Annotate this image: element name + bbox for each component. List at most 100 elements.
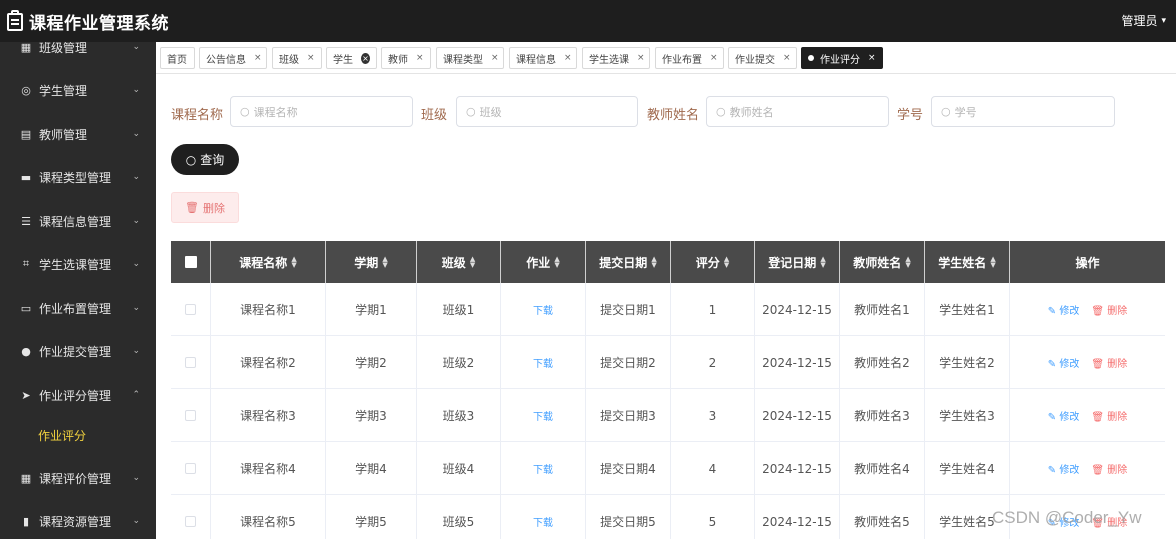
column-header[interactable]: 提交日期 ▲ ▼ (586, 241, 671, 283)
chevron-down-icon: ⌄ (132, 303, 140, 313)
sidebar-item-label: 课程评价管理 (39, 471, 112, 486)
column-header[interactable]: 评分 ▲ ▼ (671, 241, 755, 283)
tab-course-selection[interactable]: 学生选课 × (582, 47, 650, 69)
column-header[interactable]: 课程名称 ▲ ▼ (211, 241, 326, 283)
download-link[interactable]: 下载 (533, 355, 553, 370)
sidebar-item-teacher[interactable]: ▤ 教师管理 ⌄ (0, 114, 156, 154)
sidebar-item-assignment[interactable]: ▭ 作业布置管理 ⌄ (0, 288, 156, 328)
close-icon[interactable]: × (254, 53, 262, 63)
tab-label: 课程类型 (443, 54, 483, 66)
close-icon[interactable]: × (637, 53, 645, 63)
cell-score: 2 (671, 336, 755, 389)
row-checkbox[interactable] (171, 336, 211, 389)
tab-class[interactable]: 班级 × (272, 47, 322, 69)
chevron-down-icon: ⌄ (132, 516, 140, 526)
edit-button[interactable]: ✎ 修改 (1048, 461, 1080, 476)
search-icon: ○ (185, 152, 197, 167)
cell-course: 课程名称5 (211, 495, 326, 539)
close-icon[interactable]: × (868, 53, 876, 63)
close-icon[interactable]: × (564, 53, 572, 63)
target-icon: ◎ (21, 83, 31, 97)
tab-grading[interactable]: 作业评分 × (801, 47, 883, 69)
sidebar-item-grading[interactable]: ➤ 作业评分管理 ⌃ (0, 375, 156, 415)
delete-button[interactable]: 🗑 删除 (1091, 355, 1127, 370)
tab-notice[interactable]: 公告信息 × (199, 47, 267, 69)
row-checkbox[interactable] (171, 283, 211, 336)
tab-submission[interactable]: 作业提交 × (728, 47, 797, 69)
cell-submit-date: 提交日期1 (586, 283, 671, 336)
sidebar-item-label: 作业提交管理 (39, 344, 112, 359)
edit-button[interactable]: ✎ 修改 (1048, 355, 1080, 370)
cell-term: 学期2 (326, 336, 417, 389)
tab-home[interactable]: 首页 (160, 47, 195, 69)
table-row: 课程名称1 学期1 班级1 下载 提交日期1 1 2024-12-15 教师姓名… (171, 283, 1165, 336)
tab-teacher[interactable]: 教师 × (381, 47, 431, 69)
row-checkbox[interactable] (171, 389, 211, 442)
tab-course-info[interactable]: 课程信息 × (509, 47, 577, 69)
chevron-down-icon: ⌄ (132, 216, 140, 226)
sidebar-item-course-selection[interactable]: ⌗ 学生选课管理 ⌄ (0, 244, 156, 284)
tab-course-type[interactable]: 课程类型 × (436, 47, 504, 69)
search-icon: ○ (716, 105, 726, 118)
column-header[interactable]: 作业 ▲ ▼ (501, 241, 586, 283)
chevron-down-icon: ⌄ (132, 346, 140, 356)
download-link[interactable]: 下载 (533, 514, 553, 529)
teacher-name-input[interactable]: ○ 教师姓名 (706, 96, 889, 127)
sidebar-item-course-info[interactable]: ☰ 课程信息管理 ⌄ (0, 201, 156, 241)
student-id-input[interactable]: ○ 学号 (931, 96, 1115, 127)
sidebar-subitem-grading[interactable]: 作业评分 (0, 418, 156, 452)
query-button[interactable]: ○ 查询 (171, 144, 239, 175)
clipboard-logo-icon (5, 10, 25, 32)
batch-delete-button[interactable]: 🗑 删除 (171, 192, 239, 223)
row-checkbox[interactable] (171, 442, 211, 495)
student-id-placeholder: 学号 (954, 105, 977, 119)
column-header[interactable]: 教师姓名 ▲ ▼ (840, 241, 925, 283)
cell-teacher: 教师姓名4 (840, 442, 925, 495)
sort-icon: ▲ ▼ (990, 255, 996, 269)
sidebar-item-student[interactable]: ◎ 学生管理 ⌄ (0, 70, 156, 110)
tab-student[interactable]: 学生 × (326, 47, 377, 69)
edit-button[interactable]: ✎ 修改 (1048, 302, 1080, 317)
sidebar-item-submission[interactable]: ● 作业提交管理 ⌄ (0, 331, 156, 371)
download-link[interactable]: 下载 (533, 408, 553, 423)
close-icon[interactable]: × (783, 53, 791, 63)
edit-button[interactable]: ✎ 修改 (1048, 408, 1080, 423)
column-header[interactable]: 学生姓名 ▲ ▼ (925, 241, 1010, 283)
sidebar-item-class[interactable]: ▦ 班级管理 ⌄ (0, 42, 156, 67)
class-input[interactable]: ○ 班级 (456, 96, 638, 127)
download-link[interactable]: 下载 (533, 302, 553, 317)
row-checkbox[interactable] (171, 495, 211, 539)
sidebar-item-label: 课程资源管理 (39, 514, 112, 529)
cell-student: 学生姓名2 (925, 336, 1010, 389)
delete-button[interactable]: 🗑 删除 (1091, 302, 1127, 317)
column-header[interactable]: 学期 ▲ ▼ (326, 241, 417, 283)
close-circle-icon[interactable]: × (361, 52, 370, 64)
cell-student: 学生姓名3 (925, 389, 1010, 442)
table-row: 课程名称4 学期4 班级4 下载 提交日期4 4 2024-12-15 教师姓名… (171, 442, 1165, 495)
delete-button[interactable]: 🗑 删除 (1091, 461, 1127, 476)
delete-button[interactable]: 🗑 删除 (1091, 408, 1127, 423)
sidebar-item-evaluation[interactable]: ▦ 课程评价管理 ⌄ (0, 458, 156, 498)
column-header[interactable]: 班级 ▲ ▼ (417, 241, 501, 283)
sidebar-item-resources[interactable]: ▮ 课程资源管理 ⌄ (0, 501, 156, 539)
select-all-checkbox[interactable] (171, 241, 211, 283)
close-icon[interactable]: × (307, 53, 315, 63)
cell-submit-date: 提交日期5 (586, 495, 671, 539)
download-link[interactable]: 下载 (533, 461, 553, 476)
close-icon[interactable]: × (491, 53, 499, 63)
cell-teacher: 教师姓名2 (840, 336, 925, 389)
cell-homework: 下载 (501, 495, 586, 539)
course-name-label: 课程名称 (171, 108, 224, 123)
tab-assignment[interactable]: 作业布置 × (655, 47, 724, 69)
cell-teacher: 教师姓名1 (840, 283, 925, 336)
course-name-input[interactable]: ○ 课程名称 (230, 96, 413, 127)
sidebar-item-course-type[interactable]: ▬ 课程类型管理 ⌄ (0, 157, 156, 197)
close-icon[interactable]: × (416, 53, 424, 63)
column-header[interactable]: 登记日期 ▲ ▼ (755, 241, 840, 283)
user-menu[interactable]: 管理员 ▾ (1121, 12, 1166, 29)
tab-label: 学生 (333, 54, 353, 66)
close-icon[interactable]: × (710, 53, 718, 63)
class-label: 班级 (421, 108, 448, 123)
cell-term: 学期1 (326, 283, 417, 336)
tabs-bar: 首页 公告信息 × 班级 × 学生 × 教师 × 课程类型 × 课程信息 × 学… (156, 42, 1176, 74)
